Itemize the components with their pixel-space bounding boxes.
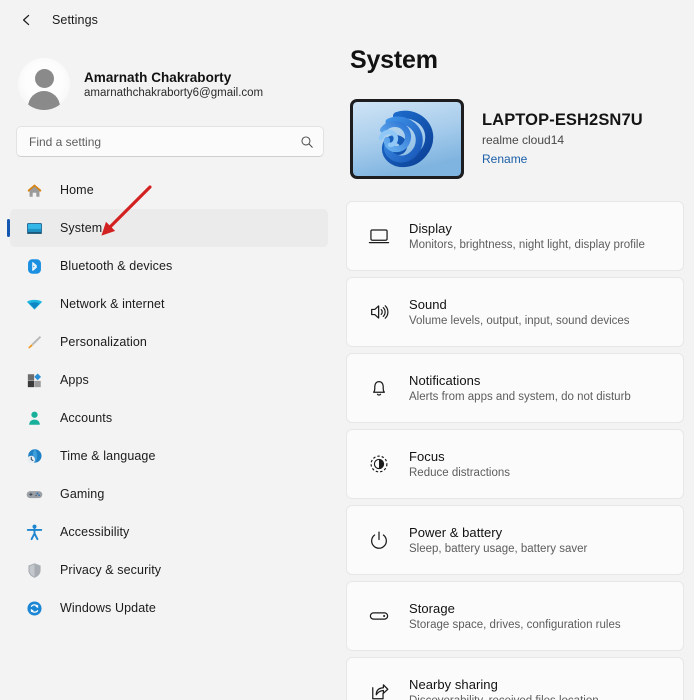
sidebar-item-bluetooth-devices[interactable]: Bluetooth & devices	[10, 247, 328, 285]
settings-card-sound[interactable]: Sound Volume levels, output, input, soun…	[346, 277, 684, 347]
sidebar-item-label: Privacy & security	[60, 563, 162, 577]
gamepad-icon	[24, 484, 44, 504]
sidebar-item-label: Windows Update	[60, 601, 156, 615]
card-subtitle: Alerts from apps and system, do not dist…	[409, 391, 631, 403]
search-icon[interactable]	[300, 135, 314, 149]
sidebar-item-accounts[interactable]: Accounts	[10, 399, 328, 437]
device-thumbnail	[350, 99, 464, 179]
search-container	[0, 114, 340, 157]
person-icon	[24, 408, 44, 428]
back-button[interactable]	[12, 5, 42, 35]
title-bar: Settings	[0, 0, 340, 40]
card-title: Storage	[409, 601, 455, 616]
search-input[interactable]	[29, 134, 300, 149]
card-text: Focus Reduce distractions	[409, 449, 510, 479]
card-subtitle: Storage space, drives, configuration rul…	[409, 619, 621, 631]
navigation-list: Home System Bluetooth & devices Network …	[0, 171, 340, 627]
settings-card-storage[interactable]: Storage Storage space, drives, configura…	[346, 581, 684, 651]
shield-icon	[24, 560, 44, 580]
card-text: Power & battery Sleep, battery usage, ba…	[409, 525, 587, 555]
card-text: Sound Volume levels, output, input, soun…	[409, 297, 630, 327]
sidebar-item-label: Apps	[60, 373, 89, 387]
card-subtitle: Discoverability, received files location	[409, 695, 599, 700]
sidebar-item-label: Home	[60, 183, 94, 197]
card-subtitle: Reduce distractions	[409, 467, 510, 479]
card-title: Notifications	[409, 373, 481, 388]
sidebar-item-apps[interactable]: Apps	[10, 361, 328, 399]
speaker-icon	[365, 301, 393, 323]
focus-icon	[365, 453, 393, 475]
sidebar-item-label: Gaming	[60, 487, 105, 501]
settings-window: Settings Amarnath Chakraborty amarnathch…	[0, 0, 694, 700]
sidebar-item-label: Time & language	[60, 449, 156, 463]
settings-card-focus[interactable]: Focus Reduce distractions	[346, 429, 684, 499]
account-text: Amarnath Chakraborty amarnathchakraborty…	[84, 70, 263, 99]
settings-card-nearby-sharing[interactable]: Nearby sharing Discoverability, received…	[346, 657, 684, 700]
content-pane: System LAPTOP-ESH2SN7U realme cloud14 Re…	[340, 0, 694, 700]
sidebar-item-label: System	[60, 221, 103, 235]
search-box[interactable]	[16, 126, 324, 157]
card-subtitle: Monitors, brightness, night light, displ…	[409, 239, 645, 251]
avatar-head	[34, 69, 54, 88]
card-subtitle: Sleep, battery usage, battery saver	[409, 543, 588, 555]
sidebar: Settings Amarnath Chakraborty amarnathch…	[0, 0, 340, 700]
card-text: Storage Storage space, drives, configura…	[409, 601, 621, 631]
sidebar-item-label: Accounts	[60, 411, 113, 425]
sidebar-item-privacy-security[interactable]: Privacy & security	[10, 551, 328, 589]
sidebar-item-label: Network & internet	[60, 297, 165, 311]
sidebar-item-accessibility[interactable]: Accessibility	[10, 513, 328, 551]
card-title: Focus	[409, 449, 445, 464]
page-title: System	[350, 46, 438, 74]
sidebar-item-system[interactable]: System	[7, 209, 328, 247]
sidebar-item-personalization[interactable]: Personalization	[10, 323, 328, 361]
device-name: LAPTOP-ESH2SN7U	[482, 110, 643, 129]
device-summary: LAPTOP-ESH2SN7U realme cloud14 Rename	[340, 75, 694, 179]
globe-clock-icon	[24, 446, 44, 466]
card-text: Nearby sharing Discoverability, received…	[409, 677, 599, 700]
bell-icon	[365, 377, 393, 399]
sidebar-item-gaming[interactable]: Gaming	[10, 475, 328, 513]
card-text: Display Monitors, brightness, night ligh…	[409, 221, 645, 251]
rename-link[interactable]: Rename	[482, 152, 527, 166]
sidebar-item-label: Bluetooth & devices	[60, 259, 173, 273]
app-title: Settings	[52, 13, 98, 27]
accessibility-icon	[24, 522, 44, 542]
avatar	[18, 58, 70, 110]
card-title: Nearby sharing	[409, 677, 498, 692]
card-title: Display	[409, 221, 452, 236]
update-refresh-icon	[24, 598, 44, 618]
card-title: Sound	[409, 297, 447, 312]
sidebar-item-label: Personalization	[60, 335, 147, 349]
card-text: Notifications Alerts from apps and syste…	[409, 373, 631, 403]
device-model: realme cloud14	[482, 132, 565, 147]
power-icon	[365, 529, 393, 551]
avatar-body	[28, 91, 60, 110]
paintbrush-icon	[24, 332, 44, 352]
bluetooth-icon	[24, 256, 44, 276]
settings-card-notifications[interactable]: Notifications Alerts from apps and syste…	[346, 353, 684, 423]
display-monitor-icon	[365, 225, 393, 247]
sidebar-item-network-internet[interactable]: Network & internet	[10, 285, 328, 323]
monitor-icon	[24, 218, 44, 238]
share-icon	[365, 681, 393, 700]
card-subtitle: Volume levels, output, input, sound devi…	[409, 315, 630, 327]
account-email: amarnathchakraborty6@gmail.com	[84, 86, 264, 99]
apps-grid-icon	[24, 370, 44, 390]
windows-bloom-wallpaper-icon	[353, 102, 461, 176]
account-block[interactable]: Amarnath Chakraborty amarnathchakraborty…	[0, 40, 340, 114]
wifi-icon	[24, 294, 44, 314]
sidebar-item-time-language[interactable]: Time & language	[10, 437, 328, 475]
settings-card-display[interactable]: Display Monitors, brightness, night ligh…	[346, 201, 684, 271]
sidebar-item-label: Accessibility	[60, 525, 130, 539]
home-icon	[24, 180, 44, 200]
settings-card-list: Display Monitors, brightness, night ligh…	[340, 201, 694, 700]
sidebar-item-home[interactable]: Home	[10, 171, 328, 209]
card-title: Power & battery	[409, 525, 503, 540]
sidebar-item-windows-update[interactable]: Windows Update	[10, 589, 328, 627]
settings-card-power-battery[interactable]: Power & battery Sleep, battery usage, ba…	[346, 505, 684, 575]
device-info: LAPTOP-ESH2SN7U realme cloud14 Rename	[482, 111, 643, 168]
account-name: Amarnath Chakraborty	[84, 69, 232, 85]
back-arrow-icon	[23, 14, 30, 26]
storage-drive-icon	[365, 605, 393, 627]
